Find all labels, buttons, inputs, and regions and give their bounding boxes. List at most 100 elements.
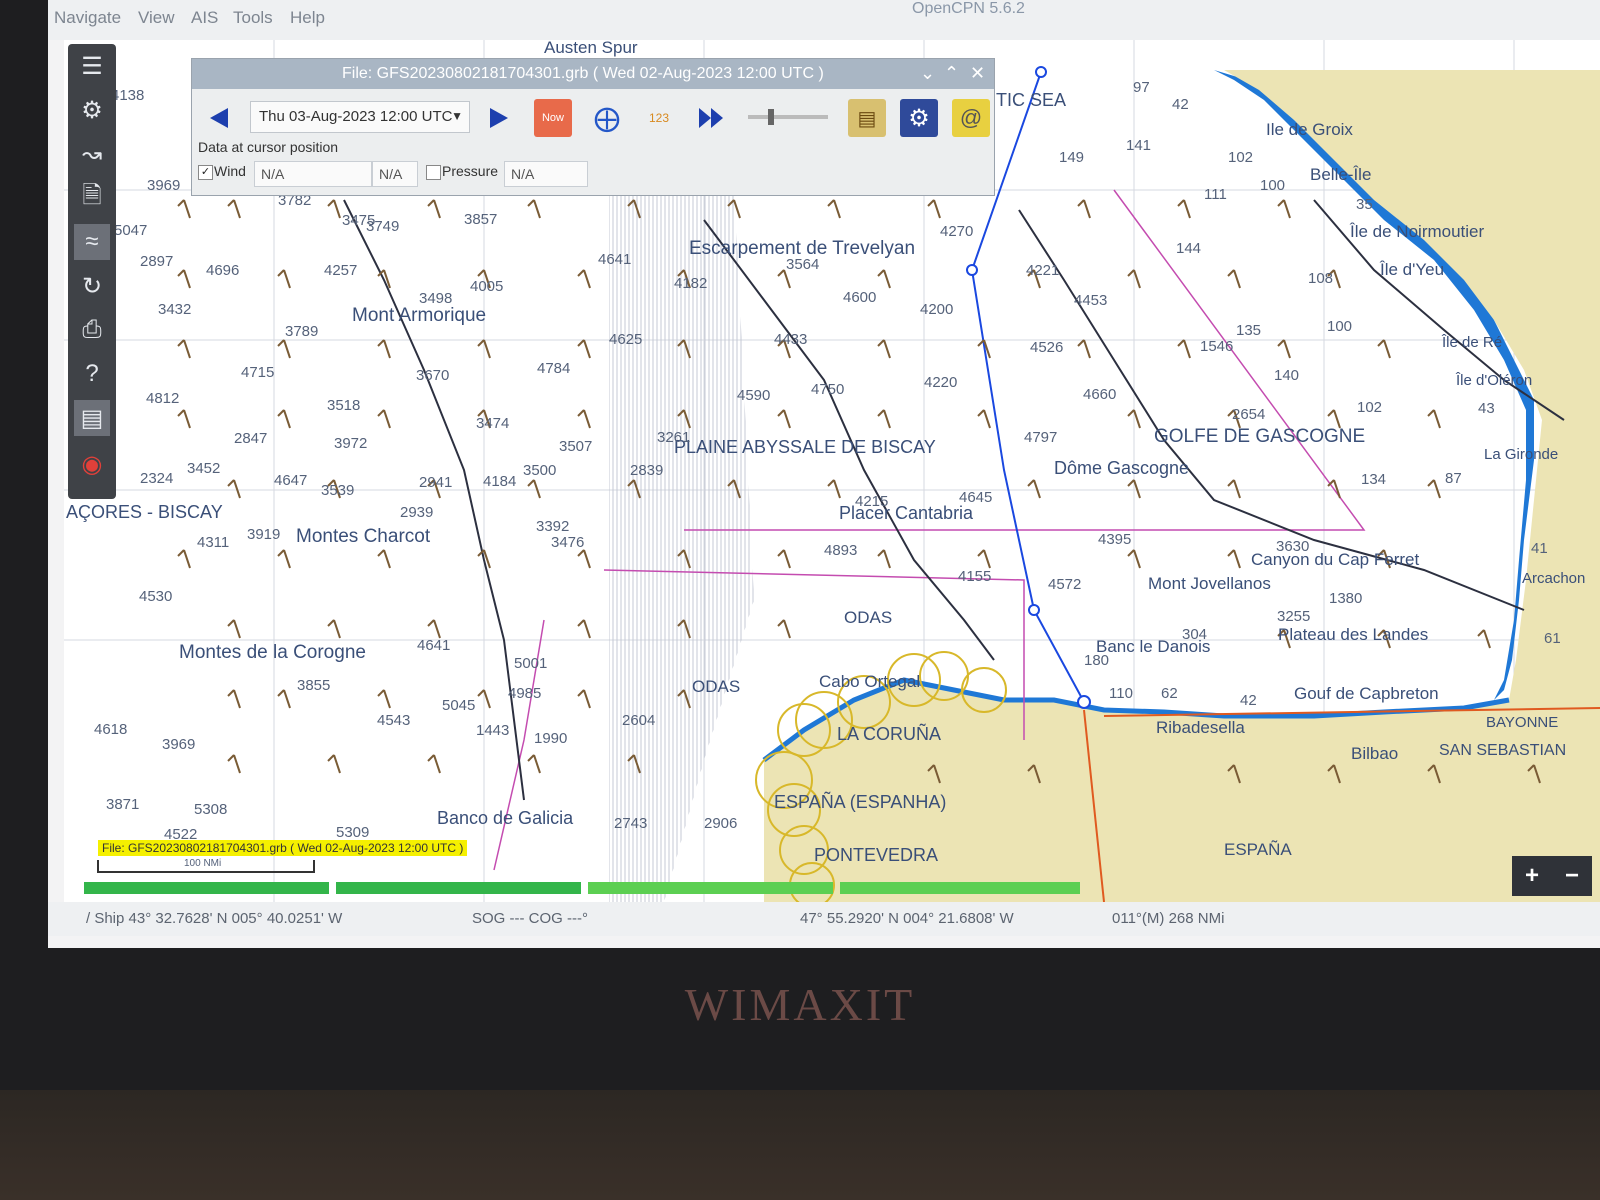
label-la-coruna: LA CORUÑA	[837, 724, 942, 744]
depth: 4812	[146, 390, 180, 407]
depth: 3474	[476, 415, 510, 432]
depth: 3518	[327, 397, 361, 414]
zoom-to-fit-icon[interactable]: ⨁	[588, 99, 626, 137]
expand-icon[interactable]: ⌃	[944, 63, 959, 84]
label-plateau-landes: Plateau des Landes	[1278, 625, 1429, 644]
menu-navigate[interactable]: Navigate	[54, 8, 121, 28]
prev-button[interactable]	[200, 99, 238, 137]
close-icon[interactable]: ✕	[970, 63, 985, 84]
depth: 3857	[464, 211, 498, 228]
label-ile-groix: Ile de Groix	[1266, 120, 1353, 139]
depth: 144	[1176, 240, 1202, 257]
settings-icon[interactable]: ⚙	[74, 92, 110, 128]
screen: Navigate View AIS Tools Help OpenCPN 5.6…	[48, 0, 1600, 948]
label-pontevedra: PONTEVEDRA	[814, 845, 939, 865]
depth: 3630	[1276, 538, 1310, 555]
cursor-position: 47° 55.2920' N 004° 21.6808' W	[800, 910, 1014, 927]
slider-handle[interactable]	[768, 109, 774, 125]
depth: 3392	[536, 518, 570, 535]
label-banco-galicia: Banco de Galicia	[437, 808, 574, 828]
menu-help[interactable]: Help	[290, 8, 325, 28]
depth: 2906	[704, 815, 738, 832]
label-espana: ESPAÑA	[1224, 840, 1292, 859]
label-montes-corogne: Montes de la Corogne	[179, 642, 366, 663]
menu-tools[interactable]: Tools	[233, 8, 273, 28]
left-toolbar: ☰ ⚙ ↝ 🗎 ≈ ↻ ⎙ ? ▤ ◉	[68, 44, 116, 499]
label-espana-espanha: ESPAÑA (ESPANHA)	[774, 792, 947, 812]
depth: 141	[1126, 137, 1152, 154]
collapse-icon[interactable]: ⌄	[920, 63, 935, 84]
menu-icon[interactable]: ☰	[74, 48, 110, 84]
sog-cog: SOG --- COG ---°	[472, 910, 588, 927]
depth: 3475	[342, 212, 376, 229]
date-select[interactable]: Thu 03-Aug-2023 12:00 UTC ▼	[250, 101, 470, 133]
label-gouf-capbreton: Gouf de Capbreton	[1294, 684, 1439, 703]
zoom-controls: + −	[1512, 856, 1592, 896]
print-icon[interactable]: ⎙	[74, 312, 110, 348]
depth: 1990	[534, 730, 568, 747]
depth: 4625	[609, 331, 643, 348]
status-bar: / Ship 43° 32.7628' N 005° 40.0251' W SO…	[48, 902, 1600, 936]
desk-background	[0, 1090, 1600, 1200]
pressure-checkbox[interactable]	[426, 165, 441, 180]
depth: 5308	[194, 801, 228, 818]
now-button[interactable]: Now	[534, 99, 572, 137]
depth: 3871	[106, 796, 140, 813]
depth: 3261	[657, 429, 691, 446]
grib-file-icon[interactable]: ▤	[848, 99, 886, 137]
next-button[interactable]	[480, 99, 518, 137]
depth: 4696	[206, 262, 240, 279]
depth: 1443	[476, 722, 510, 739]
depth: 4182	[674, 275, 708, 292]
history-icon[interactable]: ↻	[74, 268, 110, 304]
depth: 4311	[197, 534, 230, 551]
zoom-in-button[interactable]: +	[1525, 862, 1539, 890]
track-icon[interactable]: ≈	[74, 224, 110, 260]
time-slider[interactable]	[748, 109, 828, 125]
depth: 4270	[940, 223, 974, 240]
depth: 3564	[786, 256, 820, 273]
label-tic-sea: TIC SEA	[996, 90, 1067, 110]
zoom-out-button[interactable]: −	[1565, 862, 1579, 890]
depth: 4200	[920, 301, 954, 318]
interval-button[interactable]: 123	[640, 99, 678, 137]
depth: 5001	[514, 655, 548, 672]
depth: 4893	[824, 542, 858, 559]
document-icon[interactable]: 🗎	[74, 180, 110, 216]
depth: 100	[1327, 318, 1353, 335]
grib-icon[interactable]: ▤	[74, 400, 110, 436]
gear-icon[interactable]: ⚙	[900, 99, 938, 137]
depth: 2743	[614, 815, 648, 832]
depth: 43	[1478, 400, 1495, 417]
lifebuoy-icon[interactable]: ◉	[74, 446, 110, 482]
depth: 304	[1182, 626, 1208, 643]
route-icon[interactable]: ↝	[74, 136, 110, 172]
label-dome-gascogne: Dôme Gascogne	[1054, 458, 1190, 478]
depth: 2839	[630, 462, 664, 479]
grib-dialog: File: GFS20230802181704301.grb ( Wed 02-…	[191, 58, 995, 196]
depth: 4797	[1024, 429, 1058, 446]
help-icon[interactable]: ?	[74, 356, 110, 392]
label-la-gironde: La Gironde	[1484, 446, 1559, 463]
play-button[interactable]	[692, 99, 730, 137]
wind-checkbox[interactable]: ✓	[198, 165, 213, 180]
depth: 4215	[855, 493, 889, 510]
request-icon[interactable]: @	[952, 99, 990, 137]
depth: 4155	[958, 568, 992, 585]
depth: 149	[1059, 149, 1085, 166]
depth: 110	[1109, 685, 1133, 702]
depth: 3670	[416, 367, 450, 384]
data-at-cursor-label: Data at cursor position	[198, 139, 339, 155]
depth: 135	[1236, 322, 1262, 339]
monitor-frame: Navigate View AIS Tools Help OpenCPN 5.6…	[0, 0, 1600, 1090]
depth: 4257	[324, 262, 358, 279]
depth: 4138	[111, 87, 145, 104]
label-arcachon: Arcachon	[1522, 570, 1586, 587]
menu-ais[interactable]: AIS	[191, 8, 218, 28]
depth: 3919	[247, 526, 281, 543]
label-golfe-gascogne: GOLFE DE GASCOGNE	[1154, 426, 1366, 447]
menu-view[interactable]: View	[138, 8, 175, 28]
depth: 108	[1308, 270, 1334, 287]
label-belle-ile: Belle-Île	[1310, 165, 1372, 184]
depth: 3789	[285, 323, 319, 340]
